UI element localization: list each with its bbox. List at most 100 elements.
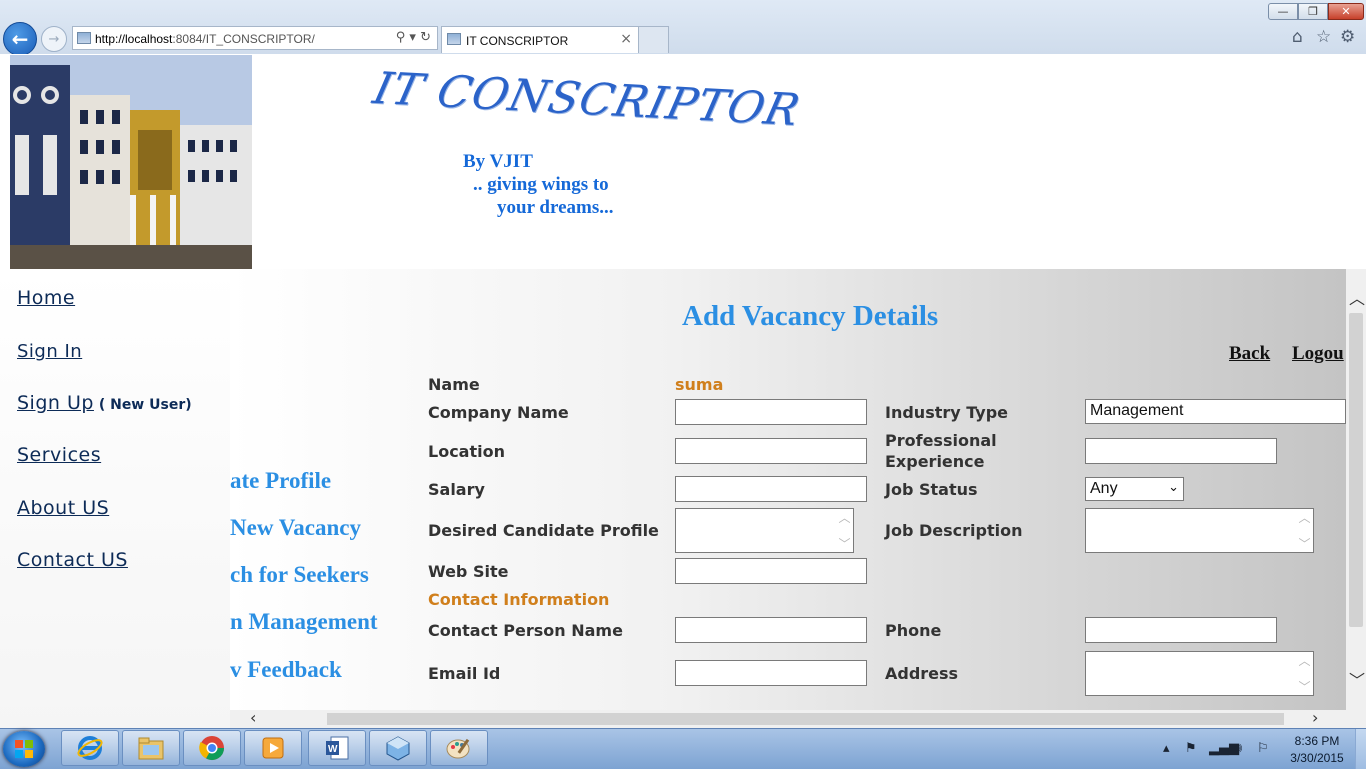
scroll-down-icon[interactable]: ﹀ [838, 535, 850, 552]
file-explorer-taskbar-button[interactable] [122, 730, 180, 766]
textarea-scrollbar[interactable]: ︿ ﹀ [1296, 652, 1313, 695]
candidate-profile-textarea[interactable]: ︿ ﹀ [675, 508, 854, 553]
horizontal-scroll-thumb[interactable] [327, 713, 1284, 725]
textarea-scrollbar[interactable]: ︿ ﹀ [1296, 509, 1313, 552]
nav-services-link[interactable]: Services [17, 444, 101, 466]
system-clock[interactable]: 8:36 PM 3/30/2015 [1283, 733, 1351, 767]
name-value: suma [675, 375, 724, 394]
textarea-scrollbar[interactable]: ︿ ﹀ [836, 509, 853, 552]
nav-home-link[interactable]: Home [17, 287, 75, 309]
web-page: IT CONSCRIPTOR By VJIT .. giving wings t… [0, 54, 1366, 728]
experience-input[interactable] [1085, 438, 1277, 464]
left-navigation: Home Sign In Sign Up ( New User) Service… [0, 269, 230, 728]
name-label: Name [428, 375, 480, 394]
scroll-down-arrow-icon[interactable]: ﹀ [1349, 667, 1365, 691]
logout-link[interactable]: Logou [1292, 343, 1344, 365]
home-icon[interactable]: ⌂ [1292, 27, 1303, 47]
chevron-down-icon[interactable]: ⌄ [1168, 480, 1179, 495]
industry-type-value: Management [1090, 402, 1184, 419]
company-name-input[interactable] [675, 399, 867, 425]
back-link[interactable]: Back [1229, 343, 1270, 365]
url-host: http://localhost [95, 32, 173, 46]
forward-arrow-icon[interactable]: → [41, 26, 67, 52]
tab-close-icon[interactable]: × [620, 31, 632, 47]
address-bar[interactable]: http://localhost:8084/IT_CONSCRIPTOR/ ⚲ … [72, 26, 438, 50]
tab-title: IT CONSCRIPTOR [466, 34, 569, 48]
scroll-up-icon[interactable]: ︿ [1298, 509, 1310, 526]
nav-sign-up-link[interactable]: Sign Up [17, 392, 94, 414]
paint-taskbar-button[interactable] [430, 730, 488, 766]
salary-input[interactable] [675, 476, 867, 502]
media-player-taskbar-button[interactable] [244, 730, 302, 766]
contact-person-input[interactable] [675, 617, 867, 643]
tagline-wings: .. giving wings to [473, 174, 609, 195]
virtualbox-icon [386, 736, 410, 761]
side-menu-search-seekers[interactable]: ch for Seekers [230, 562, 369, 588]
scroll-down-icon[interactable]: ﹀ [1298, 535, 1310, 552]
favorites-star-icon[interactable]: ☆ [1316, 27, 1331, 47]
start-button[interactable] [3, 731, 45, 767]
close-window-button[interactable]: ✕ [1328, 3, 1364, 20]
location-input[interactable] [675, 438, 867, 464]
search-refresh-icons[interactable]: ⚲ ▾ ↻ [396, 30, 431, 45]
scroll-right-arrow-icon[interactable]: › [1312, 708, 1318, 727]
volume-icon[interactable]: 🔊︎ [1234, 741, 1242, 756]
windows-logo-icon [15, 740, 33, 758]
minimize-button[interactable]: — [1268, 3, 1298, 20]
email-input[interactable] [675, 660, 867, 686]
building-illustration [10, 55, 252, 269]
salary-label: Salary [428, 480, 485, 499]
industry-type-select[interactable]: Management [1085, 399, 1346, 424]
scroll-up-arrow-icon[interactable]: ︿ [1349, 285, 1365, 309]
side-menu-new-vacancy[interactable]: New Vacancy [230, 515, 361, 541]
back-arrow-icon[interactable]: ← [3, 22, 37, 56]
side-menu-feedback[interactable]: v Feedback [230, 657, 342, 683]
address-textarea[interactable]: ︿ ﹀ [1085, 651, 1314, 696]
scroll-down-icon[interactable]: ﹀ [1298, 678, 1310, 695]
word-taskbar-button[interactable]: W [308, 730, 366, 766]
experience-label-line2: Experience [885, 452, 985, 471]
candidate-profile-label: Desired Candidate Profile [428, 521, 659, 540]
website-input[interactable] [675, 558, 867, 584]
nav-sign-in-link[interactable]: Sign In [17, 341, 82, 362]
tools-gear-icon[interactable]: ⚙ [1340, 27, 1355, 47]
horizontal-scrollbar[interactable]: ‹ › [230, 708, 1346, 728]
phone-input[interactable] [1085, 617, 1277, 643]
page-favicon-icon [77, 32, 91, 44]
clock-date: 3/30/2015 [1290, 751, 1344, 765]
scroll-up-icon[interactable]: ︿ [1298, 652, 1310, 669]
vertical-scrollbar[interactable]: ︿ ﹀ [1346, 269, 1366, 728]
phone-label: Phone [885, 621, 942, 640]
side-menu-update-profile[interactable]: ate Profile [230, 468, 331, 494]
scroll-left-arrow-icon[interactable]: ‹ [250, 708, 256, 727]
site-logo-title: IT CONSCRIPTOR [368, 63, 805, 136]
flag-notification-icon[interactable]: ⚐ [1257, 741, 1269, 756]
experience-label-line1: Professional [885, 431, 997, 450]
job-status-value: Any [1090, 480, 1118, 497]
vertical-scroll-thumb[interactable] [1349, 313, 1363, 627]
job-status-select[interactable]: Any ⌄ [1085, 477, 1184, 501]
browser-tab[interactable]: IT CONSCRIPTOR × [441, 26, 639, 53]
nav-contact-link[interactable]: Contact US [17, 549, 128, 571]
internet-explorer-icon [77, 736, 103, 760]
media-player-icon [262, 737, 284, 759]
new-tab-button[interactable] [639, 26, 669, 53]
job-status-label: Job Status [885, 480, 978, 499]
job-description-textarea[interactable]: ︿ ﹀ [1085, 508, 1314, 553]
show-desktop-button[interactable] [1355, 729, 1366, 769]
nav-sign-up-row: Sign Up ( New User) [17, 392, 192, 414]
contact-information-heading: Contact Information [428, 590, 610, 609]
tab-favicon-icon [447, 33, 461, 45]
url-text[interactable]: http://localhost:8084/IT_CONSCRIPTOR/ [95, 32, 315, 46]
chrome-taskbar-button[interactable] [183, 730, 241, 766]
file-explorer-icon [138, 737, 164, 760]
scroll-up-icon[interactable]: ︿ [838, 509, 850, 526]
action-center-icon[interactable]: ⚑ [1185, 741, 1197, 756]
virtualbox-taskbar-button[interactable] [369, 730, 427, 766]
location-label: Location [428, 442, 505, 461]
nav-about-link[interactable]: About US [17, 497, 109, 519]
internet-explorer-taskbar-button[interactable] [61, 730, 119, 766]
maximize-button[interactable]: ❐ [1298, 3, 1328, 20]
show-hidden-icons[interactable]: ▴ [1163, 741, 1170, 756]
side-menu-management[interactable]: n Management [230, 609, 378, 635]
